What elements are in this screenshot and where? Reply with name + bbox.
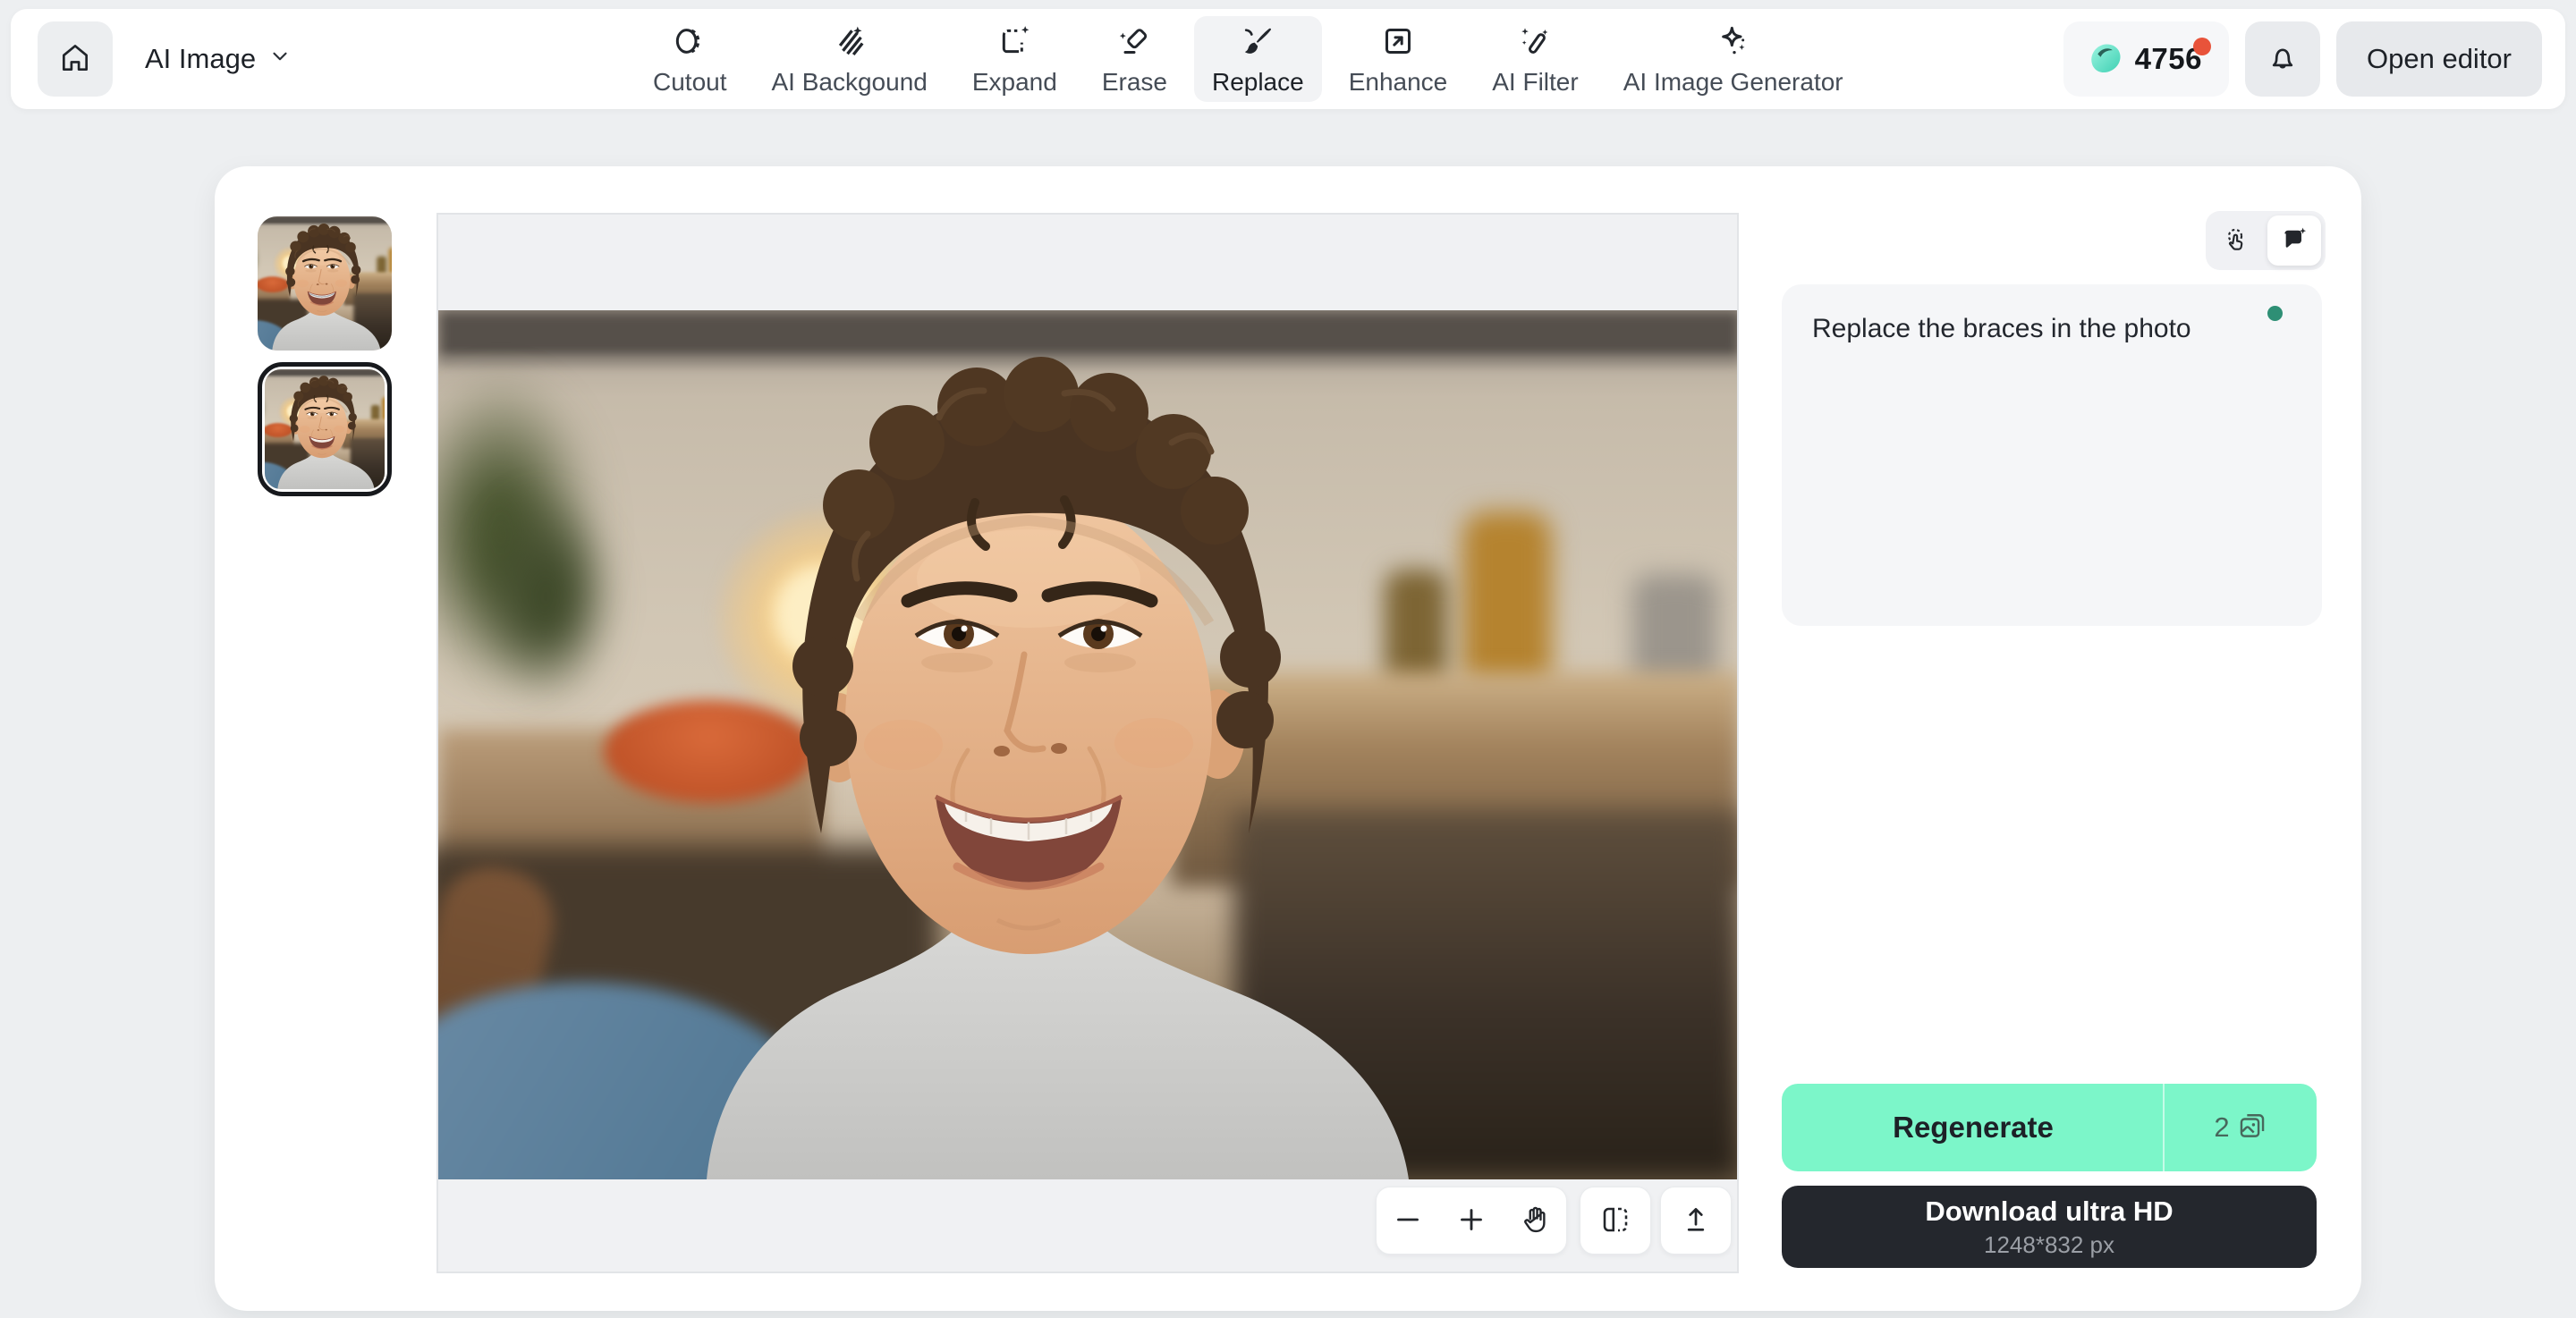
ai-background-icon [832, 22, 868, 60]
edited-photo [258, 216, 392, 351]
workspace-card: Replace the braces in the photo Regenera… [215, 166, 2361, 1311]
compare-button[interactable] [1580, 1187, 1651, 1255]
thumbnail-result-selected[interactable] [258, 362, 392, 496]
tool-label: Expand [972, 68, 1057, 97]
home-button[interactable] [38, 21, 113, 97]
prompt-chat-icon [2280, 225, 2309, 257]
canvas-toolbar [438, 1187, 1737, 1255]
chevron-down-icon [268, 43, 292, 75]
image-canvas[interactable] [436, 213, 1739, 1273]
app-root: AI Image Cutout AI Backgound [0, 0, 2576, 1318]
edit-mode-toggle [2206, 211, 2326, 270]
tool-label: AI Backgound [772, 68, 928, 97]
tool-ai-image-generator[interactable]: AI Image Generator [1606, 16, 1861, 102]
prompt-panel[interactable]: Replace the braces in the photo [1782, 284, 2322, 626]
open-editor-button[interactable]: Open editor [2336, 21, 2542, 97]
tool-label: Enhance [1349, 68, 1448, 97]
tool-label: AI Image Generator [1623, 68, 1843, 97]
prompt-mode-button[interactable] [2267, 215, 2321, 266]
download-button[interactable]: Download ultra HD 1248*832 px [1782, 1186, 2317, 1268]
bell-icon [2266, 41, 2300, 78]
prompt-status-dot [2267, 306, 2283, 321]
home-icon [58, 41, 92, 78]
thumbnail-image [265, 369, 385, 489]
minus-icon [1392, 1204, 1424, 1238]
regenerate-button[interactable]: Regenerate 2 [1782, 1084, 2317, 1171]
ai-image-generator-icon [1716, 22, 1751, 60]
tool-ai-background[interactable]: AI Backgound [754, 16, 945, 102]
download-size: 1248*832 px [1984, 1231, 2114, 1259]
edited-photo [265, 369, 385, 489]
regenerate-cost: 2 [2163, 1084, 2317, 1171]
export-button[interactable] [1660, 1187, 1732, 1255]
tool-cutout[interactable]: Cutout [635, 16, 745, 102]
tool-label: Replace [1212, 68, 1304, 97]
ai-filter-icon [1517, 22, 1553, 60]
replace-icon [1240, 22, 1275, 60]
thumbnail-original[interactable] [258, 216, 392, 351]
tool-label: AI Filter [1492, 68, 1578, 97]
credit-bean-icon [2085, 39, 2124, 79]
download-label: Download ultra HD [1925, 1195, 2173, 1228]
tool-label: Erase [1102, 68, 1167, 97]
tool-erase[interactable]: Erase [1084, 16, 1185, 102]
plus-icon [1455, 1204, 1487, 1238]
cutout-icon [672, 22, 708, 60]
notifications-button[interactable] [2245, 21, 2320, 97]
regenerate-count: 2 [2214, 1111, 2229, 1144]
regenerate-label: Regenerate [1782, 1084, 2165, 1171]
tool-label: Cutout [653, 68, 727, 97]
credits-value: 4756 [2135, 42, 2202, 76]
pan-button[interactable] [1508, 1194, 1562, 1247]
tap-select-icon [2223, 225, 2251, 257]
zoom-out-button[interactable] [1381, 1194, 1435, 1247]
images-stack-icon [2237, 1111, 2267, 1145]
tap-select-mode-button[interactable] [2210, 215, 2264, 266]
credits-notification-dot [2193, 38, 2211, 55]
zoom-pan-group [1376, 1187, 1567, 1255]
portrait-boy [265, 369, 385, 489]
portrait-boy [438, 310, 1737, 1179]
app-menu-dropdown[interactable]: AI Image [145, 9, 292, 109]
zoom-in-button[interactable] [1445, 1194, 1498, 1247]
top-toolbar: AI Image Cutout AI Backgound [11, 9, 2565, 109]
expand-icon [996, 22, 1032, 60]
compare-icon [1599, 1204, 1631, 1238]
version-thumbnail-list [258, 216, 394, 496]
enhance-icon [1380, 22, 1416, 60]
credits-badge[interactable]: 4756 [2063, 21, 2229, 97]
erase-icon [1116, 22, 1152, 60]
export-icon [1680, 1204, 1712, 1238]
open-editor-label: Open editor [2367, 43, 2512, 75]
thumbnail-image [258, 216, 392, 351]
tool-expand[interactable]: Expand [954, 16, 1075, 102]
portrait-boy [258, 216, 392, 351]
prompt-text: Replace the braces in the photo [1812, 311, 2292, 348]
tool-replace[interactable]: Replace [1194, 16, 1322, 102]
topbar-right-controls: 4756 Open editor [2063, 21, 2542, 97]
app-menu-label: AI Image [145, 43, 256, 75]
tool-tabs: Cutout AI Backgound Expand Erase [635, 16, 1861, 102]
canvas-photo [438, 310, 1737, 1179]
hand-icon [1519, 1204, 1551, 1238]
tool-enhance[interactable]: Enhance [1331, 16, 1466, 102]
edited-photo [438, 310, 1737, 1179]
tool-ai-filter[interactable]: AI Filter [1474, 16, 1596, 102]
